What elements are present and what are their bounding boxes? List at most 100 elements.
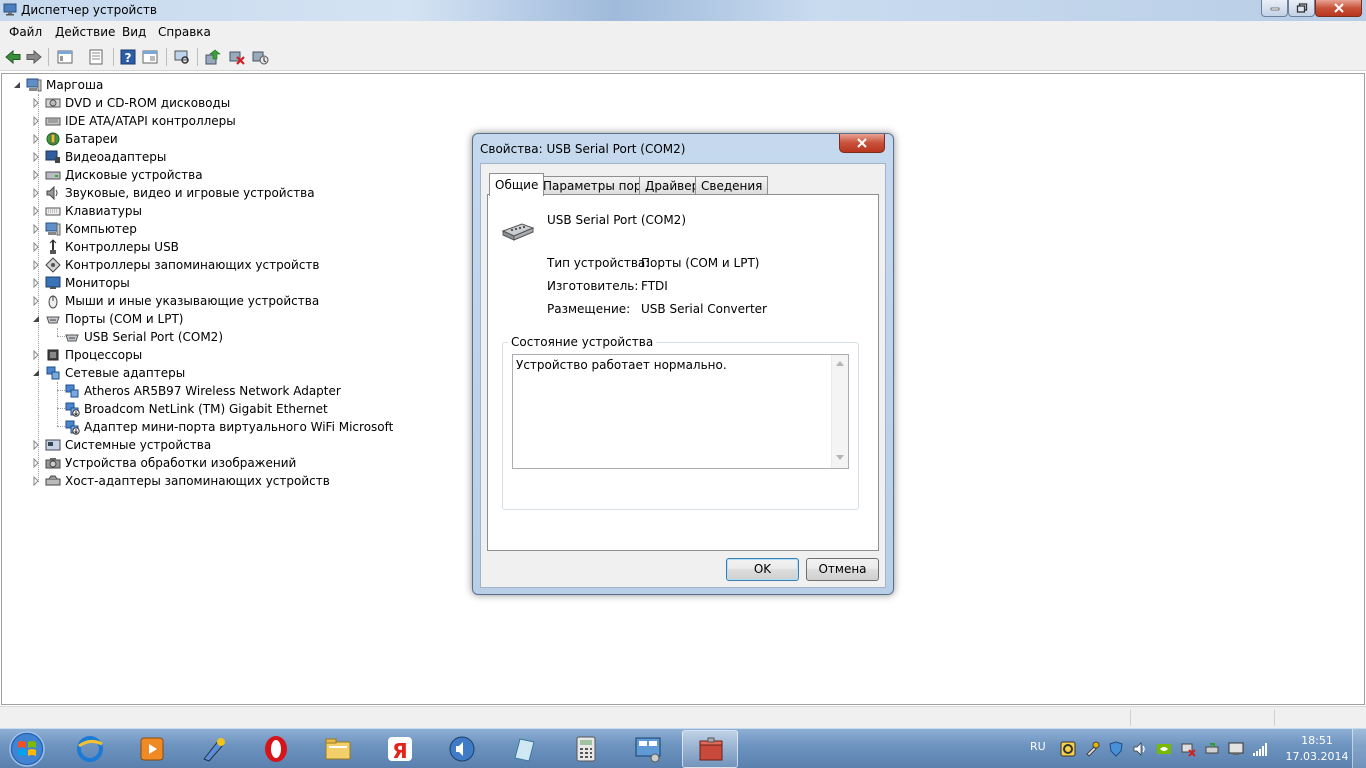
menu-view[interactable]: Вид bbox=[122, 25, 146, 39]
tray-settings-icon[interactable] bbox=[1084, 741, 1100, 757]
wifi-signal-icon[interactable] bbox=[1252, 741, 1268, 757]
expand-arrow-icon[interactable] bbox=[32, 188, 40, 198]
scroll-up-icon[interactable] bbox=[836, 360, 844, 366]
collapse-arrow-icon[interactable] bbox=[13, 80, 21, 90]
tree-category[interactable]: IDE ATA/ATAPI контроллеры bbox=[2, 112, 422, 130]
expand-arrow-icon[interactable] bbox=[32, 152, 40, 162]
tree-category[interactable]: Звуковые, видео и игровые устройства bbox=[2, 184, 422, 202]
taskbar-app-button[interactable] bbox=[186, 730, 242, 768]
tray-shield-icon[interactable] bbox=[1108, 741, 1124, 757]
back-icon[interactable] bbox=[4, 48, 22, 66]
device-status-textbox[interactable]: Устройство работает нормально. bbox=[512, 354, 849, 469]
network-disconnected-icon[interactable] bbox=[1180, 741, 1196, 757]
port-icon bbox=[65, 334, 79, 342]
expand-arrow-icon[interactable] bbox=[32, 260, 40, 270]
tree-device[interactable]: Адаптер мини-порта виртуального WiFi Mic… bbox=[2, 418, 422, 436]
network-adapter-icon bbox=[46, 366, 60, 380]
menu-action[interactable]: Действие bbox=[55, 25, 115, 39]
expand-arrow-icon[interactable] bbox=[32, 224, 40, 234]
tray-app-icon[interactable] bbox=[1060, 741, 1076, 757]
clock-time[interactable]: 18:51 bbox=[1294, 734, 1340, 747]
view-icon[interactable] bbox=[173, 48, 191, 66]
taskbar-app-button[interactable] bbox=[558, 730, 614, 768]
tab-general[interactable]: Общие bbox=[489, 173, 545, 196]
taskbar-app-button[interactable] bbox=[682, 730, 738, 768]
yandex-icon: Я bbox=[388, 737, 412, 763]
tree-device[interactable]: Atheros AR5B97 Wireless Network Adapter bbox=[2, 382, 422, 400]
console-icon[interactable] bbox=[141, 48, 159, 66]
collapse-arrow-icon[interactable] bbox=[32, 368, 40, 378]
help-icon[interactable]: ? bbox=[119, 48, 137, 66]
scroll-down-icon[interactable] bbox=[836, 455, 844, 461]
tree-category[interactable]: Порты (COM и LPT) bbox=[2, 310, 422, 328]
nvidia-icon[interactable] bbox=[1156, 741, 1172, 757]
expand-arrow-icon[interactable] bbox=[32, 278, 40, 288]
expand-arrow-icon[interactable] bbox=[32, 350, 40, 360]
tree-device[interactable]: Broadcom NetLink (TM) Gigabit Ethernet bbox=[2, 400, 422, 418]
tree-device[interactable]: USB Serial Port (COM2) bbox=[2, 328, 422, 346]
taskbar-app-button[interactable] bbox=[496, 730, 552, 768]
taskbar-app-button[interactable] bbox=[248, 730, 304, 768]
taskbar-app-button[interactable] bbox=[310, 730, 366, 768]
expand-arrow-icon[interactable] bbox=[32, 476, 40, 486]
paint-icon bbox=[203, 738, 225, 762]
show-desktop-button[interactable] bbox=[1352, 729, 1366, 768]
tree-root[interactable]: Маргоша bbox=[2, 76, 202, 94]
properties-icon[interactable] bbox=[87, 48, 105, 66]
tree-category[interactable]: Процессоры bbox=[2, 346, 422, 364]
ok-button[interactable]: OK bbox=[726, 558, 799, 581]
display-icon[interactable] bbox=[1228, 741, 1244, 757]
menu-help[interactable]: Справка bbox=[158, 25, 211, 39]
tree-item-label: Мыши и иные указывающие устройства bbox=[65, 294, 320, 308]
menu-file[interactable]: Файл bbox=[9, 25, 42, 39]
tree-category[interactable]: DVD и CD-ROM дисководы bbox=[2, 94, 422, 112]
tree-category[interactable]: Контроллеры запоминающих устройств bbox=[2, 256, 422, 274]
expand-arrow-icon[interactable] bbox=[32, 458, 40, 468]
taskbar-app-button[interactable] bbox=[124, 730, 180, 768]
forward-icon[interactable] bbox=[25, 48, 43, 66]
uninstall-device-icon[interactable] bbox=[251, 48, 269, 66]
expand-arrow-icon[interactable] bbox=[32, 116, 40, 126]
taskbar-app-button[interactable] bbox=[434, 730, 490, 768]
dialog-close-button[interactable] bbox=[839, 134, 885, 153]
expand-arrow-icon[interactable] bbox=[32, 98, 40, 108]
disable-device-icon[interactable] bbox=[228, 48, 246, 66]
taskbar-app-button[interactable] bbox=[62, 730, 118, 768]
tree-category[interactable]: Батареи bbox=[2, 130, 422, 148]
scan-hardware-icon[interactable] bbox=[204, 48, 222, 66]
taskbar-app-button[interactable] bbox=[620, 730, 676, 768]
tree-category[interactable]: Клавиатуры bbox=[2, 202, 422, 220]
language-indicator[interactable]: RU bbox=[1030, 740, 1046, 753]
expand-arrow-icon[interactable] bbox=[32, 134, 40, 144]
safely-remove-icon[interactable] bbox=[1204, 741, 1220, 757]
title-bar[interactable]: Диспетчер устройств bbox=[0, 0, 1366, 21]
tree-item-label: Видеоадаптеры bbox=[65, 150, 167, 164]
clock-date[interactable]: 17.03.2014 bbox=[1284, 750, 1350, 763]
tree-category[interactable]: Хост-адаптеры запоминающих устройств bbox=[2, 472, 422, 490]
status-scrollbar[interactable] bbox=[831, 355, 848, 468]
expand-arrow-icon[interactable] bbox=[32, 296, 40, 306]
maximize-button[interactable] bbox=[1288, 0, 1315, 17]
expand-arrow-icon[interactable] bbox=[32, 206, 40, 216]
tree-category[interactable]: Системные устройства bbox=[2, 436, 422, 454]
tree-category[interactable]: Видеоадаптеры bbox=[2, 148, 422, 166]
expand-arrow-icon[interactable] bbox=[32, 170, 40, 180]
show-hide-tree-icon[interactable] bbox=[56, 48, 74, 66]
close-button[interactable] bbox=[1315, 0, 1362, 17]
tree-category[interactable]: Устройства обработки изображений bbox=[2, 454, 422, 472]
volume-icon[interactable] bbox=[1132, 741, 1148, 757]
taskbar-app-button[interactable]: Я bbox=[372, 730, 428, 768]
cancel-button[interactable]: Отмена bbox=[806, 558, 879, 581]
expand-arrow-icon[interactable] bbox=[32, 242, 40, 252]
tab-details[interactable]: Сведения bbox=[695, 176, 769, 195]
expand-arrow-icon[interactable] bbox=[32, 440, 40, 450]
tree-category[interactable]: Компьютер bbox=[2, 220, 422, 238]
tree-category[interactable]: Сетевые адаптеры bbox=[2, 364, 422, 382]
start-button[interactable] bbox=[2, 730, 52, 768]
tree-category[interactable]: Мониторы bbox=[2, 274, 422, 292]
collapse-arrow-icon[interactable] bbox=[32, 314, 40, 324]
minimize-button[interactable] bbox=[1261, 0, 1288, 17]
tree-category[interactable]: Дисковые устройства bbox=[2, 166, 422, 184]
tree-category[interactable]: Мыши и иные указывающие устройства bbox=[2, 292, 422, 310]
tree-category[interactable]: Контроллеры USB bbox=[2, 238, 422, 256]
